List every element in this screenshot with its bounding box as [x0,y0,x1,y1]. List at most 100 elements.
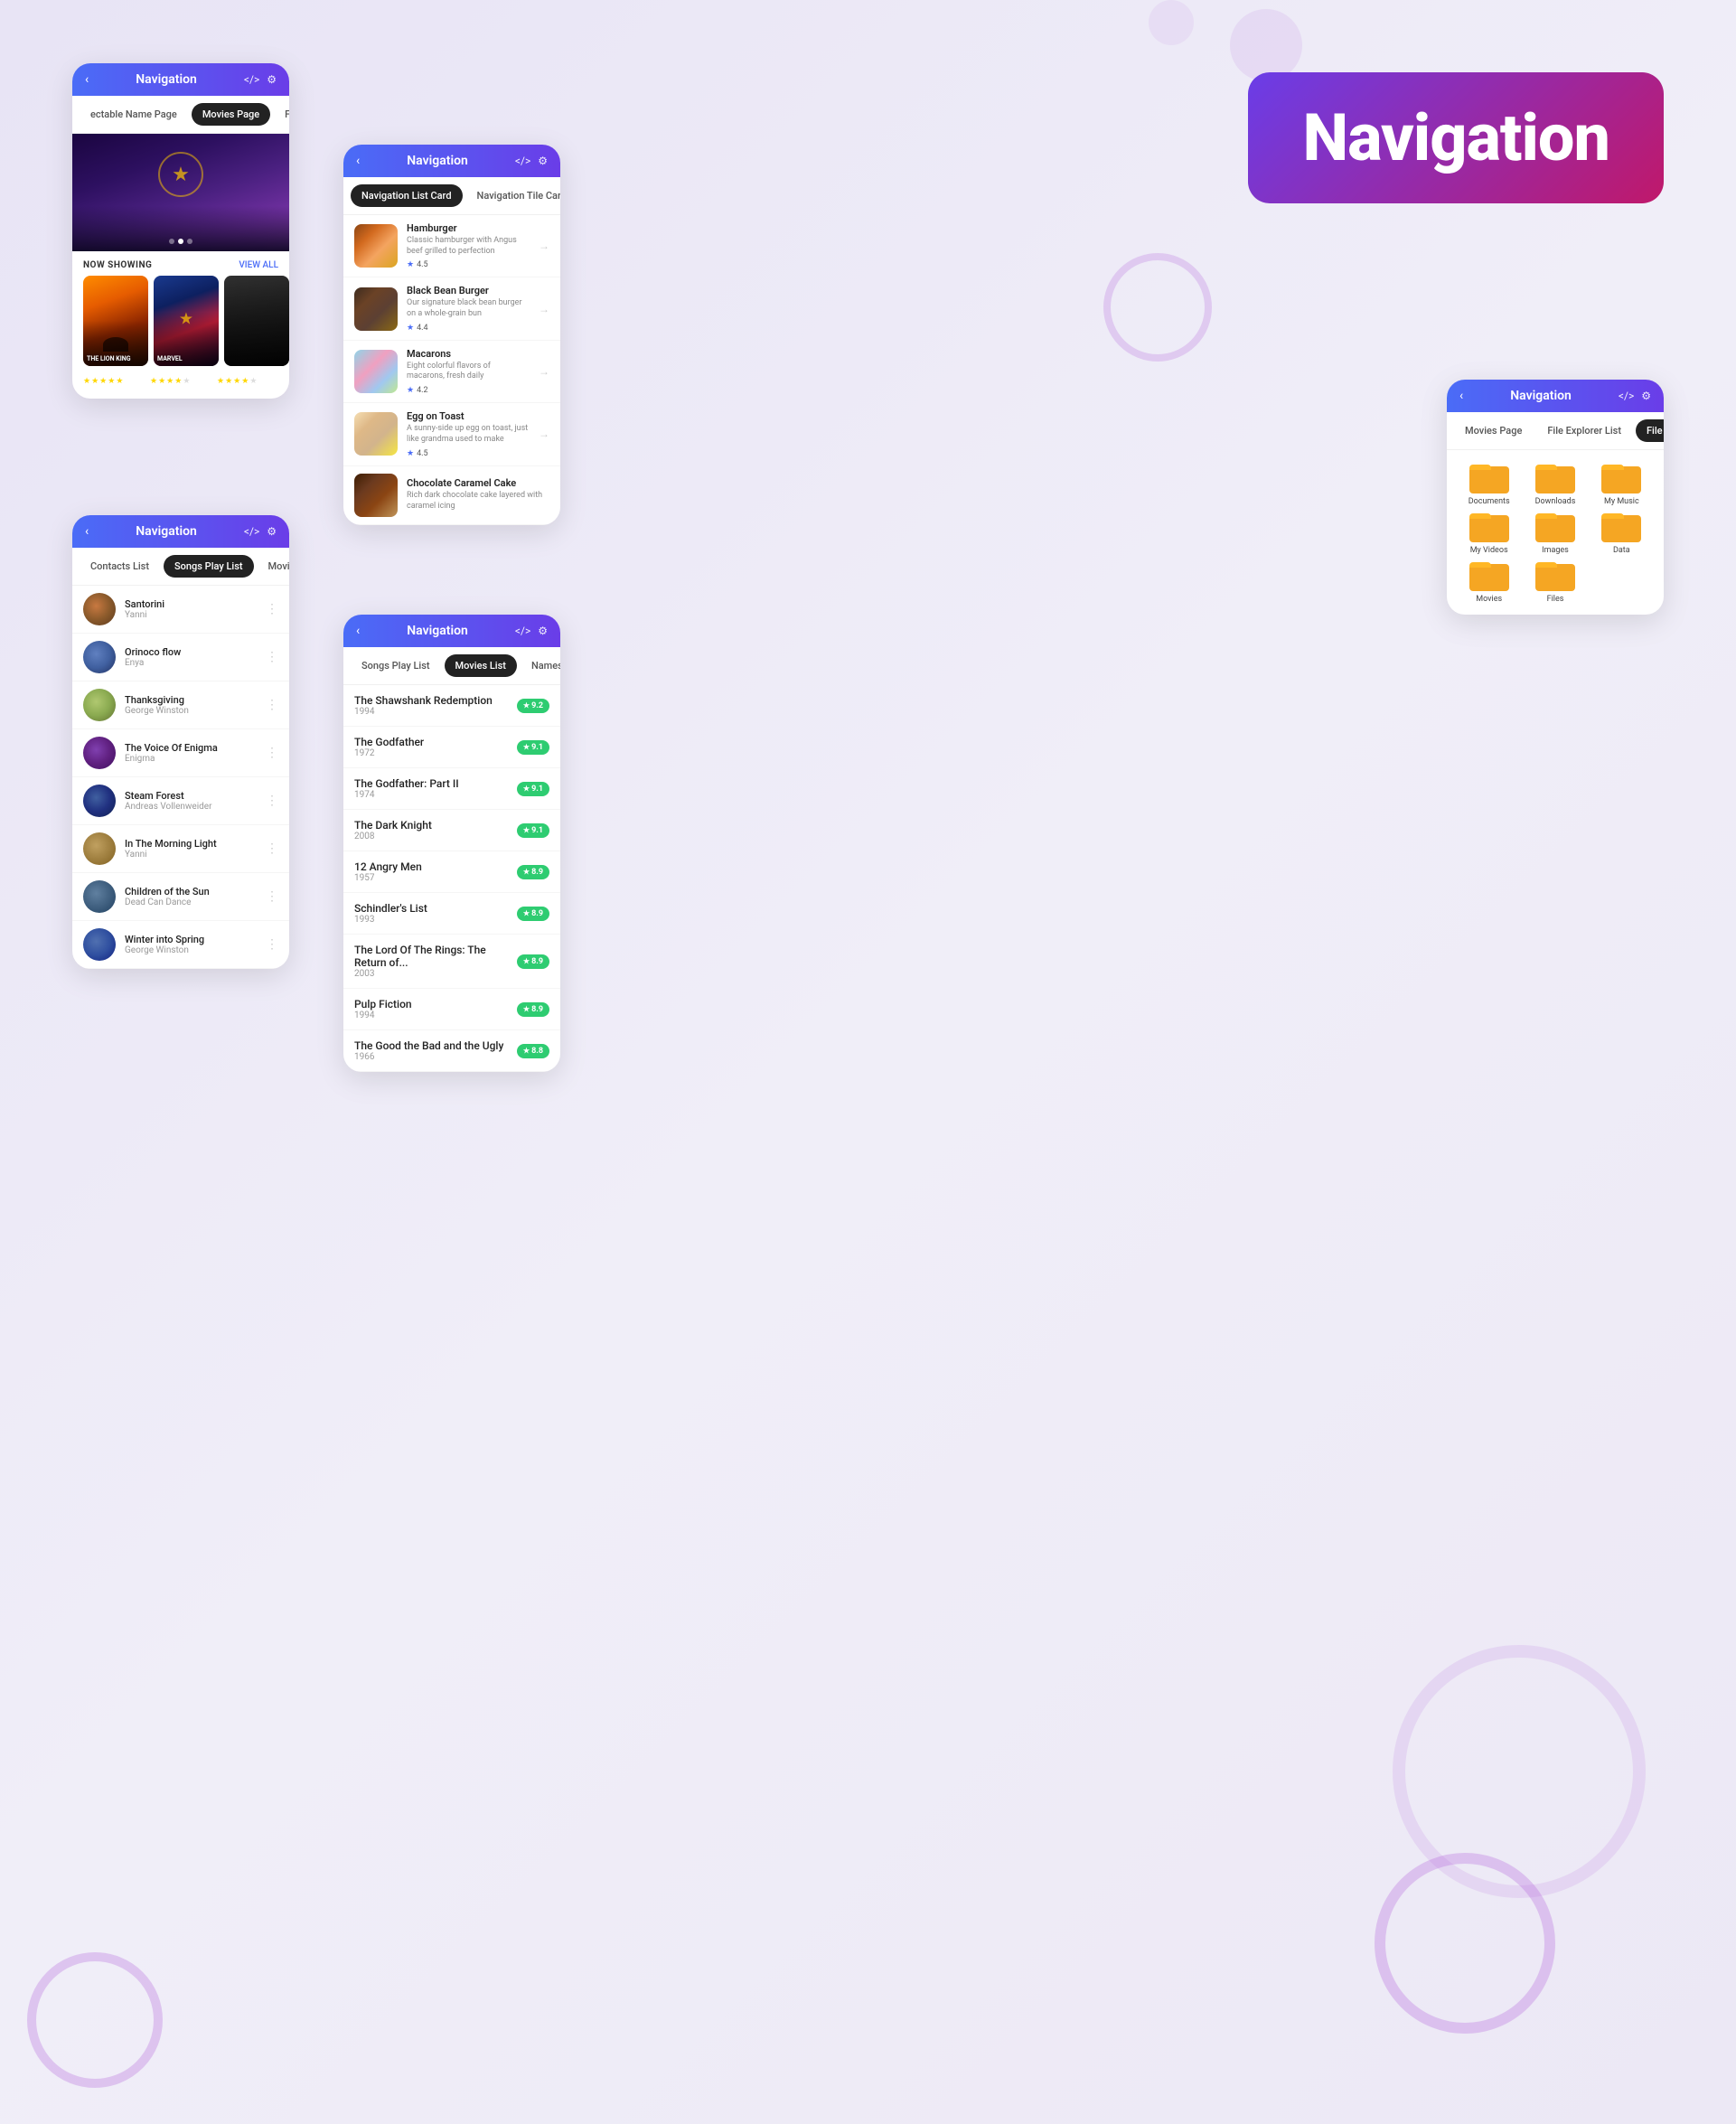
tab-file-explorer[interactable]: File Explorer List [274,103,289,126]
movieslist-back-icon[interactable]: ‹ [356,624,360,638]
songs-code-icon[interactable]: </> [244,525,259,538]
folder-my-music[interactable]: My Music [1591,461,1653,506]
food-item-egg[interactable]: Egg on Toast A sunny-side up egg on toas… [343,403,560,465]
santorini-artist: Yanni [125,610,257,620]
food-item-macarons[interactable]: Macarons Eight colorful flavors of macar… [343,341,560,403]
tab-movies-list-songs[interactable]: Movies List [258,555,289,578]
view-all-link[interactable]: VIEW ALL [239,260,278,270]
movies-code-icon[interactable]: </> [244,73,259,86]
movie-lotr[interactable]: The Lord Of The Rings: The Return of... … [343,935,560,989]
food-code-icon[interactable]: </> [515,155,530,167]
files-code-icon[interactable]: </> [1619,390,1634,402]
tab-songs-play-list[interactable]: Songs Play List [164,555,254,578]
files-settings-icon[interactable]: ⚙ [1641,390,1651,402]
rating-star-icon: ★ [523,1047,530,1055]
folder-movies[interactable]: Movies [1458,559,1520,604]
movie-12angry[interactable]: 12 Angry Men 1957 ★8.9 [343,851,560,893]
movies-back-icon[interactable]: ‹ [85,72,89,87]
movieslist-settings-icon[interactable]: ⚙ [538,625,548,637]
good-bad-name: The Good the Bad and the Ugly [354,1039,508,1052]
movies-nav-bar: ‹ Navigation </> ⚙ [72,63,289,96]
folder-movies-icon [1469,559,1509,591]
movie-good-bad[interactable]: The Good the Bad and the Ugly 1966 ★8.8 [343,1030,560,1072]
tab-nav-list-card[interactable]: Navigation List Card [351,184,463,207]
food-item-chocolate[interactable]: Chocolate Caramel Cake Rich dark chocola… [343,466,560,525]
folder-files-icon [1535,559,1575,591]
steam-menu[interactable]: ⋮ [266,794,278,808]
folder-data[interactable]: Data [1591,510,1653,555]
movieslist-code-icon[interactable]: </> [515,625,530,637]
song-orinoco[interactable]: Orinoco flow Enya ⋮ [72,634,289,681]
macarons-rating: ★ 4.2 [407,386,530,395]
star2: ★ [158,377,165,386]
tab-movies-page[interactable]: Movies Page [192,103,270,126]
lotr-year: 2003 [354,969,508,979]
food-back-icon[interactable]: ‹ [356,154,360,168]
movies-settings-icon[interactable]: ⚙ [267,73,277,86]
hero-title: Navigation [1302,99,1609,176]
egg-rating: ★ 4.5 [407,449,530,458]
movie-posters-row: THE LION KING ★ MARVEL [72,276,289,375]
poster-lion-king[interactable]: THE LION KING [83,276,148,366]
folder-documents[interactable]: Documents [1458,461,1520,506]
folder-downloads-icon [1535,461,1575,493]
song-steam[interactable]: Steam Forest Andreas Vollenweider ⋮ [72,777,289,825]
folder-my-videos[interactable]: My Videos [1458,510,1520,555]
tab-contacts-list[interactable]: Contacts List [80,555,160,578]
movie-dark-knight[interactable]: The Dark Knight 2008 ★9.1 [343,810,560,851]
movie-godfather2[interactable]: The Godfather: Part II 1974 ★9.1 [343,768,560,810]
song-santorini[interactable]: Santorini Yanni ⋮ [72,586,289,634]
tab-movies-list-active[interactable]: Movies List [445,654,517,677]
song-winter[interactable]: Winter into Spring George Winston ⋮ [72,921,289,969]
food-settings-icon[interactable]: ⚙ [538,155,548,167]
song-children[interactable]: Children of the Sun Dead Can Dance ⋮ [72,873,289,921]
children-info: Children of the Sun Dead Can Dance [125,886,257,907]
folder-documents-label: Documents [1469,497,1510,506]
poster-marvel[interactable]: ★ MARVEL [154,276,219,366]
tab-names-list[interactable]: Names List [521,654,560,677]
blackbean-rating: ★ 4.4 [407,324,530,333]
tab-file-explorer-list[interactable]: File Explorer List [1536,419,1632,442]
song-morning[interactable]: In The Morning Light Yanni ⋮ [72,825,289,873]
folder-images[interactable]: Images [1524,510,1586,555]
movie-schindler[interactable]: Schindler's List 1993 ★8.9 [343,893,560,935]
enigma-menu[interactable]: ⋮ [266,746,278,760]
movie-shawshank[interactable]: The Shawshank Redemption 1994 ★9.2 [343,685,560,727]
poster-dark[interactable] [224,276,289,366]
food-list: Hamburger Classic hamburger with Angus b… [343,215,560,525]
song-thanksgiving[interactable]: Thanksgiving George Winston ⋮ [72,681,289,729]
macarons-rating-val: 4.2 [417,386,428,395]
food-item-blackbean[interactable]: Black Bean Burger Our signature black be… [343,277,560,340]
12angry-name: 12 Angry Men [354,860,508,873]
godfather-name: The Godfather [354,736,508,748]
star3: ★ [99,377,107,386]
songs-back-icon[interactable]: ‹ [85,524,89,539]
children-menu[interactable]: ⋮ [266,889,278,904]
santorini-menu[interactable]: ⋮ [266,602,278,616]
song-enigma[interactable]: The Voice Of Enigma Enigma ⋮ [72,729,289,777]
folder-downloads[interactable]: Downloads [1524,461,1586,506]
food-item-hamburger[interactable]: Hamburger Classic hamburger with Angus b… [343,215,560,277]
tab-movies-page-files[interactable]: Movies Page [1454,419,1533,442]
movie-godfather[interactable]: The Godfather 1972 ★9.1 [343,727,560,768]
tab-selectable-name[interactable]: ectable Name Page [80,103,188,126]
dot-1 [169,239,174,244]
orinoco-menu[interactable]: ⋮ [266,650,278,664]
winter-menu[interactable]: ⋮ [266,937,278,952]
morning-menu[interactable]: ⋮ [266,841,278,856]
thanksgiving-menu[interactable]: ⋮ [266,698,278,712]
movies-list: The Shawshank Redemption 1994 ★9.2 The G… [343,685,560,1072]
movie-pulp[interactable]: Pulp Fiction 1994 ★8.9 [343,989,560,1030]
folder-files[interactable]: Files [1524,559,1586,604]
godfather2-name: The Godfather: Part II [354,777,508,790]
macarons-info: Macarons Eight colorful flavors of macar… [407,348,530,395]
tab-songs-play[interactable]: Songs Play List [351,654,441,677]
files-back-icon[interactable]: ‹ [1459,389,1463,403]
songs-settings-icon[interactable]: ⚙ [267,525,277,538]
star1: ★ [217,377,224,386]
avatar-enigma [83,737,116,769]
avengers-art: ★ [72,134,289,251]
dot-2 [178,239,183,244]
tab-file-explorer-grid[interactable]: File Explorer Grid [1636,419,1664,442]
tab-nav-tile-card[interactable]: Navigation Tile Card [466,184,560,207]
